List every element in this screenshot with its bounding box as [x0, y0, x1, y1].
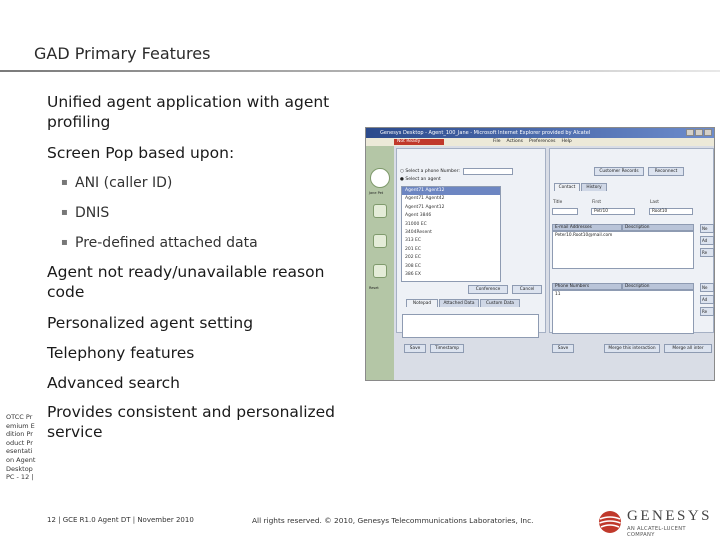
add-phone-button[interactable]: Ad [700, 295, 714, 304]
reset-label: Reset [369, 286, 379, 290]
mail-icon[interactable] [373, 204, 387, 218]
bullet-screen-pop: Screen Pop based upon: [47, 144, 235, 162]
close-icon[interactable] [704, 129, 712, 136]
bullet-reason-code: Agent not ready/unavailable reason code [47, 263, 325, 301]
phone-row[interactable]: 11 [553, 291, 693, 298]
agent-list[interactable]: Agent71 Agent12 Agent71 Agent42 Agent71 … [401, 186, 501, 282]
list-item[interactable]: Agent71 Agent42 [402, 195, 500, 203]
phone-description-header: Description [622, 283, 694, 290]
bullet-agent-setting: Personalized agent setting [47, 314, 254, 332]
last-label: Last [650, 200, 659, 205]
globe-icon [599, 511, 621, 533]
footer-left-text: 12 | GCE R1.0 Agent DT | November 2010 [47, 516, 194, 524]
bullet-unified-app: Unified agent application with agent pro… [47, 93, 330, 131]
footer-copyright: All rights reserved. © 2010, Genesys Tel… [252, 516, 534, 525]
cancel-button[interactable]: Cancel [512, 285, 542, 294]
mail-icon[interactable] [373, 264, 387, 278]
slide-title: GAD Primary Features [34, 44, 211, 63]
list-item[interactable]: Agent71 Agent12 [402, 187, 500, 196]
phone-column-header: Phone Numbers [552, 283, 622, 290]
sub-bullet-dnis: DNIS [61, 204, 109, 222]
radio-agent-label: Select an agent [405, 177, 441, 182]
list-item[interactable]: 201 EC [402, 246, 500, 254]
merge-all-button[interactable]: Merge all inter [664, 344, 712, 353]
app-menu-bar: Not Ready File Actions Preferences Help [366, 138, 714, 146]
minimize-icon[interactable] [686, 129, 694, 136]
genesys-logo: GENESYS AN ALCATEL-LUCENT COMPANY [597, 508, 715, 538]
list-item[interactable]: 3404Resent [402, 229, 500, 237]
side-note: OTCC Premium Edition Product Presentatio… [6, 413, 36, 482]
first-label: First [592, 200, 602, 205]
new-email-button[interactable]: Ne [700, 224, 714, 233]
menu-items: File Actions Preferences Help [493, 139, 572, 144]
title-divider [0, 70, 720, 72]
email-column-header: E-mail Addresses [552, 224, 622, 231]
menu-file[interactable]: File [493, 139, 501, 144]
list-item[interactable]: 202 EC [402, 254, 500, 262]
title-label: Title [553, 200, 563, 205]
list-item[interactable]: 308 EC [402, 263, 500, 271]
notepad-textarea[interactable] [402, 314, 539, 338]
menu-preferences[interactable]: Preferences [529, 139, 555, 144]
menu-help[interactable]: Help [561, 139, 571, 144]
save-notes-button[interactable]: Save [404, 344, 426, 353]
app-left-sidebar: Jane Pet Reset [366, 146, 394, 380]
app-window-title: Genesys Desktop - Agent_100_Jane - Micro… [380, 130, 591, 136]
save-contact-button[interactable]: Save [552, 344, 574, 353]
phone-grid[interactable]: 11 [552, 290, 694, 334]
first-name-field[interactable]: Petr10 [591, 208, 635, 215]
list-item[interactable]: Agent 3846 [402, 212, 500, 220]
timestamp-button[interactable]: Timestamp [430, 344, 464, 353]
radio-select-agent[interactable]: ● Select an agent [400, 177, 441, 182]
email-grid[interactable]: Peter10.Root10@mail.com [552, 231, 694, 269]
merge-interaction-button[interactable]: Merge this interaction [604, 344, 660, 353]
list-item[interactable]: 386 EX [402, 271, 500, 279]
sub-bullet-attached-data: Pre-defined attached data [61, 234, 258, 252]
sub-bullet-ani: ANI (caller ID) [61, 174, 172, 192]
remove-email-button[interactable]: Re [700, 248, 714, 257]
app-title-bar: Genesys Desktop - Agent_100_Jane - Micro… [366, 128, 714, 138]
list-item[interactable]: 31000 EC [402, 221, 500, 229]
customer-records-button[interactable]: Customer Records [594, 167, 644, 176]
phone-number-input[interactable] [463, 168, 513, 175]
conference-button[interactable]: Conference [468, 285, 508, 294]
list-item[interactable]: Agent71 Agent12 [402, 204, 500, 212]
title-select[interactable] [552, 208, 578, 215]
window-controls [686, 129, 712, 136]
tab-notepad[interactable]: Notepad [406, 299, 438, 307]
radio-phone-label: Select a phone Number: [405, 169, 460, 174]
email-row[interactable]: Peter10.Root10@mail.com [553, 232, 693, 239]
list-item[interactable]: 313 EC [402, 237, 500, 245]
remove-phone-button[interactable]: Re [700, 307, 714, 316]
tab-history[interactable]: History [581, 183, 607, 191]
email-description-header: Description [622, 224, 694, 231]
bullet-consistent-service: Provides consistent and personalized ser… [47, 403, 336, 441]
logo-wordmark: GENESYS [627, 508, 713, 524]
new-phone-button[interactable]: Ne [700, 283, 714, 292]
reconnect-button[interactable]: Reconnect [648, 167, 684, 176]
bullet-advanced-search: Advanced search [47, 374, 180, 392]
bullet-telephony: Telephony features [47, 344, 195, 362]
agent-status-dropdown[interactable]: Not Ready [394, 139, 444, 145]
genesys-desktop-screenshot: Genesys Desktop - Agent_100_Jane - Micro… [365, 127, 715, 381]
menu-actions[interactable]: Actions [507, 139, 523, 144]
tab-attached-data[interactable]: Attached Data [439, 299, 479, 307]
mail-icon[interactable] [373, 234, 387, 248]
tab-custom-data[interactable]: Custom Data [480, 299, 520, 307]
add-email-button[interactable]: Ad [700, 236, 714, 245]
agent-status-icon[interactable] [370, 168, 390, 188]
logo-tagline: AN ALCATEL-LUCENT COMPANY [627, 526, 686, 538]
top-strip [0, 0, 720, 6]
last-name-field[interactable]: Root10 [649, 208, 693, 215]
tab-contact[interactable]: Contact [554, 183, 580, 191]
maximize-icon[interactable] [695, 129, 703, 136]
radio-select-phone[interactable]: ○ Select a phone Number: [400, 169, 460, 174]
agent-name-label: Jane Pet [369, 191, 384, 195]
